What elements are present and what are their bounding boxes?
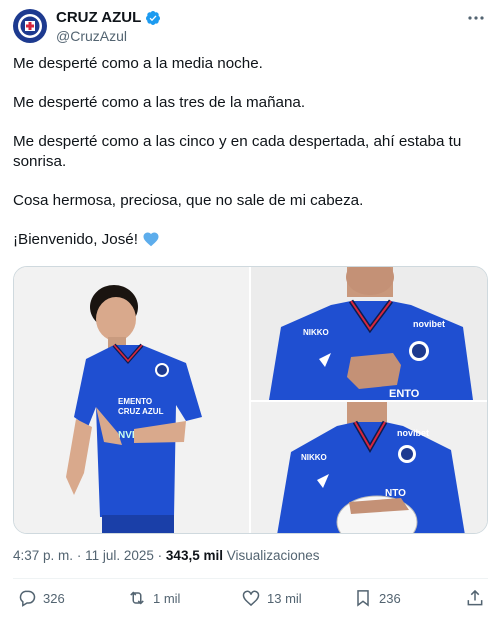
svg-text:NIKKO: NIKKO xyxy=(301,453,327,462)
tweet-line: ¡Bienvenido, José! xyxy=(13,231,138,248)
tweet-card: CRUZ AZUL @CruzAzul Me desperté como a l… xyxy=(0,0,500,620)
svg-text:NTO: NTO xyxy=(385,488,406,499)
photo-player-chest[interactable]: NIKKO novibet ENTO xyxy=(251,267,487,400)
repost-count: 1 mil xyxy=(153,590,181,606)
share-button[interactable] xyxy=(465,588,485,608)
view-count: 343,5 mil xyxy=(165,548,223,563)
like-count: 13 mil xyxy=(267,590,302,606)
author-handle[interactable]: @CruzAzul xyxy=(56,28,127,44)
bookmark-count: 236 xyxy=(379,590,401,606)
svg-text:NIKKO: NIKKO xyxy=(303,328,329,337)
tweet-line: Cosa hermosa, preciosa, que no sale de m… xyxy=(13,192,364,209)
reply-count: 326 xyxy=(43,590,65,606)
reply-icon xyxy=(19,590,36,607)
svg-text:EMENTO: EMENTO xyxy=(118,397,152,406)
tweet-line-last: ¡Bienvenido, José! xyxy=(13,230,483,250)
divider xyxy=(13,578,488,579)
svg-text:CRUZ AZUL: CRUZ AZUL xyxy=(118,407,164,416)
tweet-text: Me desperté como a la media noche. Me de… xyxy=(13,54,483,269)
photo-player-ball[interactable]: NIKKO novibet NTO xyxy=(251,402,487,533)
share-icon xyxy=(467,589,483,606)
views-label: Visualizaciones xyxy=(226,548,320,563)
avatar[interactable] xyxy=(13,9,47,43)
reply-button[interactable]: 326 xyxy=(17,588,65,608)
author-name[interactable]: CRUZ AZUL xyxy=(56,9,161,26)
svg-text:novibet: novibet xyxy=(413,319,445,329)
tweet-line: Me desperté como a la media noche. xyxy=(13,55,263,72)
media-grid[interactable]: EMENTO CRUZ AZUL NVDC NIKKO novibet ENTO… xyxy=(13,266,488,534)
meta-separator: · xyxy=(76,548,82,563)
svg-text:ENTO: ENTO xyxy=(389,388,420,400)
club-crest-icon xyxy=(18,14,42,38)
light-blue-heart-icon xyxy=(143,232,159,247)
more-options-icon[interactable] xyxy=(466,8,486,28)
tweet-time[interactable]: 4:37 p. m. xyxy=(13,548,73,563)
meta-separator: · xyxy=(157,548,163,563)
tweet-line: Me desperté como a las cinco y en cada d… xyxy=(13,133,462,170)
bookmark-button[interactable]: 236 xyxy=(353,588,401,608)
tweet-line: Me desperté como a las tres de la mañana… xyxy=(13,94,306,111)
like-button[interactable]: 13 mil xyxy=(241,588,302,608)
tweet-meta: 4:37 p. m. · 11 jul. 2025 · 343,5 mil Vi… xyxy=(13,548,320,563)
photo-player-full[interactable]: EMENTO CRUZ AZUL NVDC xyxy=(14,267,249,533)
repost-icon xyxy=(130,591,144,605)
heart-outline-icon xyxy=(242,590,260,607)
action-bar: 326 1 mil 13 mil 236 xyxy=(13,588,488,612)
svg-text:novibet: novibet xyxy=(397,428,429,438)
author-name-label: CRUZ AZUL xyxy=(56,9,142,26)
bookmark-icon xyxy=(357,590,369,607)
tweet-date[interactable]: 11 jul. 2025 xyxy=(85,548,154,563)
verified-badge-icon xyxy=(146,10,161,25)
repost-button[interactable]: 1 mil xyxy=(127,588,180,608)
